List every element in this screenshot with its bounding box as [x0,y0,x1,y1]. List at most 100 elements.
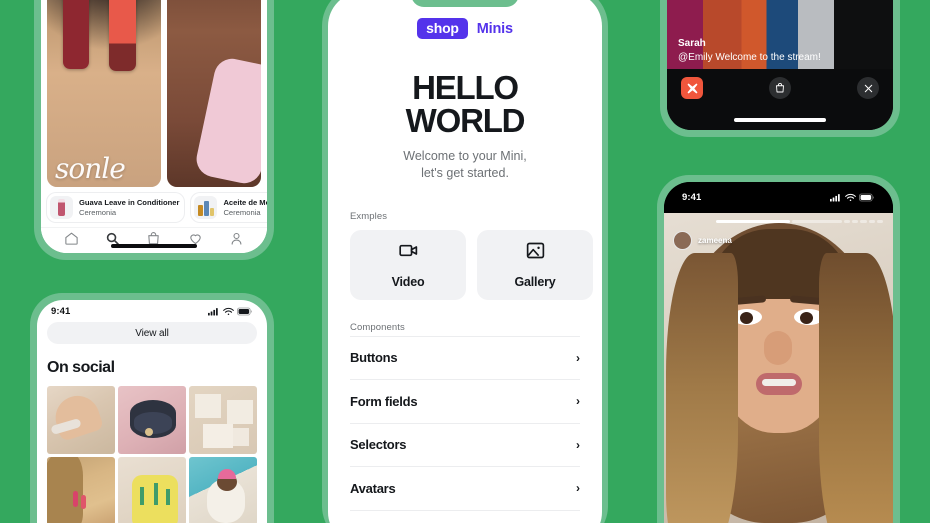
components-row-avatars[interactable]: Avatars › [350,467,580,511]
home-indicator [734,118,826,122]
social-photo-grid [47,386,257,523]
phone-story-video: 9:41 zameena [657,175,900,523]
product-cards-row: Guava Leave in Conditioner Ceremonia Ace… [41,187,267,227]
chevron-right-icon: › [576,481,580,496]
chat-author: Sarah [678,38,706,49]
brand-lockup: shop Minis [350,18,580,39]
battery-icon [237,307,252,315]
list-item[interactable] [189,457,257,523]
on-social-body: View all On social [37,322,267,523]
home-icon[interactable] [64,231,79,251]
cellular-signal-icon [208,307,218,315]
status-bar: 9:41 [664,182,893,213]
product-title: Guava Leave in Conditioner [79,198,180,208]
progress-segment [844,220,851,223]
example-card-label: Gallery [514,275,556,289]
close-icon[interactable] [857,77,879,99]
story-username: zameena [698,236,732,245]
status-icons [830,193,875,202]
page-title: HELLO WORLD [405,69,526,139]
product-brand: Ceremonia [79,207,117,217]
view-all-button[interactable]: View all [47,322,257,344]
minis-home-screen: shop Minis HELLO WORLD Welcome to your M… [328,0,602,523]
feed-card[interactable]: Yolk sonle [47,0,162,187]
page-title: On social [47,359,115,376]
chevron-right-icon: › [576,394,580,409]
product-thumbnail [50,196,73,219]
battery-icon [859,193,874,202]
progress-segment [791,220,842,223]
product-card[interactable]: Aceite de Mo Ceremonia [191,193,267,222]
on-social-screen: 9:41 View all On social [37,300,267,523]
product-card[interactable]: Guava Leave in Conditioner Ceremonia [47,193,185,222]
examples-card-row: Video Gallery [350,229,593,300]
example-card-label: Video [391,275,425,289]
phone-shop-minis-home: shop Minis HELLO WORLD Welcome to your M… [322,0,608,523]
status-time: 9:41 [682,192,702,203]
story-progress-bars[interactable] [716,220,884,223]
status-bar: 9:41 [37,300,267,322]
video-camera-icon [398,240,419,266]
story-author-chip[interactable]: zameena [673,231,732,250]
page-subtitle: Welcome to your Mini, let's get started. [350,148,580,183]
example-card-video[interactable]: Video [350,229,466,300]
components-list: Buttons › Form fields › Selectors › Avat… [350,335,580,511]
progress-segment [876,220,884,223]
components-row-label: Form fields [350,393,418,409]
feed-container: Yolk sonle NikeViki [41,0,267,253]
video-caption-overlay: sonle [55,152,126,185]
shop-logo-badge: shop [417,18,468,39]
components-row-label: Avatars [350,480,396,496]
phone-on-social: 9:41 View all On social [30,293,274,523]
story-screen: 9:41 zameena [664,182,893,523]
view-all-label: View all [135,327,169,339]
person-icon[interactable] [229,231,244,251]
feed-card[interactable]: NikeViki [167,0,261,187]
progress-segment-active [716,220,790,223]
minis-wordmark: Minis [476,20,513,37]
shop-feed-screen: Yolk sonle NikeViki [41,0,267,253]
chat-message: @Emily Welcome to the stream! [678,51,821,63]
progress-segment [852,220,859,223]
status-time: 9:41 [51,305,71,317]
components-row-buttons[interactable]: Buttons › [350,335,580,380]
list-item[interactable] [47,457,115,523]
product-title: Aceite de Mo [223,198,267,208]
components-row-form-fields[interactable]: Form fields › [350,380,580,424]
cellular-signal-icon [830,194,840,202]
product-brand: Ceremonia [223,207,261,217]
story-video[interactable]: zameena Loveeee the Ceremonia Guava leav… [664,213,893,523]
subtitle-line-2: let's get started. [421,166,509,181]
list-item[interactable] [47,386,115,454]
stream-dock [667,69,893,130]
device-notch [411,0,519,7]
components-row-label: Selectors [350,437,407,453]
components-row-selectors[interactable]: Selectors › [350,424,580,467]
example-card-gallery[interactable]: Gallery [477,229,593,300]
list-item[interactable] [118,457,186,523]
shop-minis-promo-collage: Yolk sonle NikeViki [0,0,930,523]
image-icon [525,240,546,266]
shopping-bag-icon[interactable] [769,77,791,99]
device-notch [730,182,827,197]
chevron-right-icon: › [576,350,580,365]
wifi-icon [223,307,234,315]
progress-segment [860,220,867,223]
chevron-right-icon: › [576,437,580,452]
shop-app-icon[interactable] [681,77,703,99]
home-indicator [111,244,197,248]
wifi-icon [845,193,856,202]
status-icons [208,307,253,316]
phone-live-stream: Sarah @Emily Welcome to the stream! View… [660,0,900,137]
phone-shop-feed: Yolk sonle NikeViki [34,0,274,260]
avatar [673,231,692,250]
bottom-tab-bar [41,227,267,253]
list-item[interactable] [189,386,257,454]
components-section-label: Components [350,321,405,333]
list-item[interactable] [118,386,186,454]
progress-segment [868,220,875,223]
chat-overlay: Sarah @Emily Welcome to the stream! [678,37,882,64]
live-stream-screen: Sarah @Emily Welcome to the stream! View… [667,0,893,130]
feed-video-cards: Yolk sonle NikeViki [41,0,267,187]
examples-section-label: Exmples [350,210,388,222]
